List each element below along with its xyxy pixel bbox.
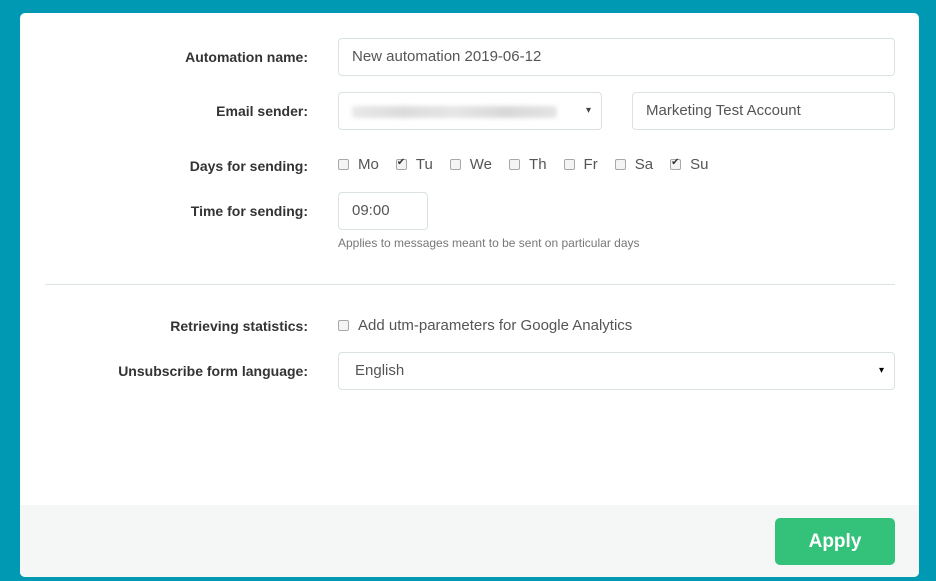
day-label: Mo [358, 156, 379, 173]
chevron-down-icon: ▾ [878, 365, 884, 376]
checkbox-su[interactable] [670, 157, 682, 170]
time-for-sending-label: Time for sending: [190, 203, 308, 219]
utm-parameters-option[interactable]: Add utm-parameters for Google Analytics [338, 317, 632, 334]
automation-settings-dialog: Automation name: New automation 2019-06-… [20, 13, 919, 577]
day-tu[interactable]: Tu [395, 156, 433, 173]
unsubscribe-language-label: Unsubscribe form language: [118, 363, 308, 379]
checkbox-fr[interactable] [563, 159, 575, 170]
day-label: Su [690, 156, 709, 173]
day-label: Sa [634, 156, 654, 173]
selected-language: English [355, 362, 405, 379]
utm-option-label: Add utm-parameters for Google Analytics [358, 317, 633, 334]
time-hint: Applies to messages meant to be sent on … [338, 236, 640, 250]
section-divider [45, 284, 895, 285]
automation-name-input[interactable]: New automation 2019-06-12 [338, 38, 895, 76]
retrieving-statistics-label: Retrieving statistics: [170, 318, 308, 334]
sender-name-input[interactable]: Marketing Test Account [632, 92, 895, 130]
day-label: Tu [415, 156, 433, 173]
days-for-sending-label: Days for sending: [189, 158, 308, 174]
day-label: Th [529, 156, 547, 173]
day-label: Fr [583, 156, 598, 173]
checkbox-th[interactable] [509, 159, 521, 170]
days-checkbox-group: Mo Tu We Th Fr Sa Su [338, 156, 725, 173]
day-su[interactable]: Su [670, 156, 708, 173]
email-sender-label: Email sender: [216, 103, 308, 119]
utm-checkbox[interactable] [338, 320, 349, 331]
automation-name-label: Automation name: [185, 49, 308, 65]
day-label: We [469, 156, 493, 173]
unsubscribe-language-select[interactable]: English ▾ [338, 352, 895, 390]
checkbox-tu[interactable] [395, 157, 407, 170]
day-fr[interactable]: Fr [563, 156, 598, 173]
time-input[interactable]: 09:00 [338, 192, 428, 230]
day-th[interactable]: Th [509, 156, 547, 173]
checkbox-mo[interactable] [338, 159, 349, 170]
day-mo[interactable]: Mo [338, 156, 379, 173]
dialog-footer: Apply [20, 505, 919, 577]
day-sa[interactable]: Sa [614, 156, 654, 173]
chevron-down-icon: ▾ [585, 105, 591, 116]
checkbox-we[interactable] [449, 159, 461, 170]
apply-button[interactable]: Apply [775, 518, 895, 565]
day-we[interactable]: We [449, 156, 493, 173]
sender-email-blurred [352, 106, 557, 118]
checkbox-sa[interactable] [614, 159, 626, 170]
email-sender-select[interactable]: ▾ [338, 92, 602, 130]
